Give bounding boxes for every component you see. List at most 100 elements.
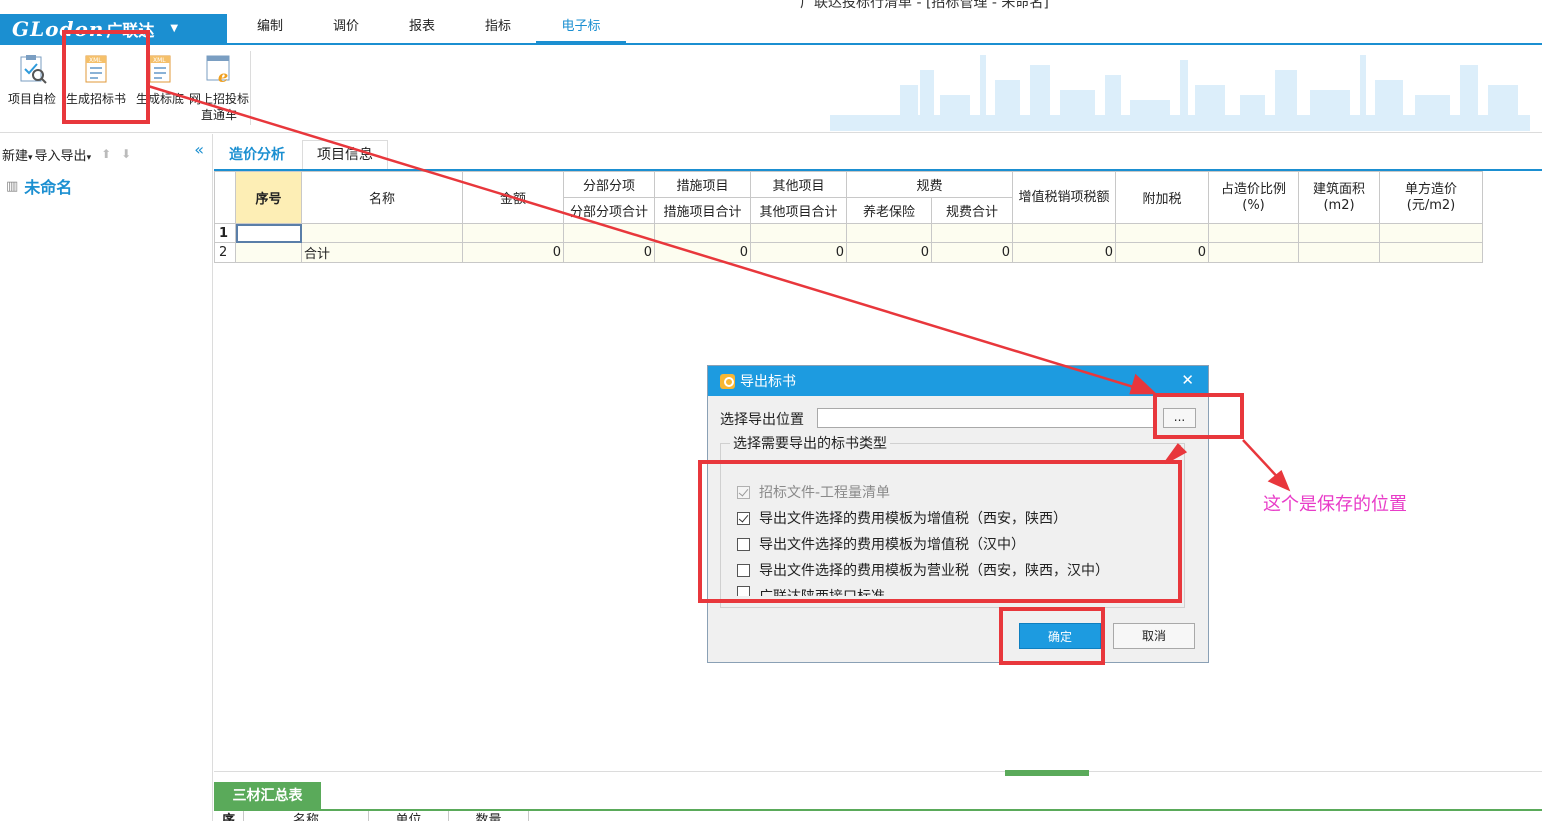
cell-surtax[interactable] xyxy=(1115,223,1209,243)
cell-unit-cost[interactable] xyxy=(1379,223,1483,243)
move-down-icon[interactable]: ⬇ xyxy=(121,147,131,161)
col-header-csxm-total[interactable]: 措施项目合计 xyxy=(654,197,751,224)
close-icon[interactable]: ✕ xyxy=(1181,371,1194,389)
col-header-amount[interactable]: 金额 xyxy=(462,171,564,224)
splitter-handle[interactable] xyxy=(1005,770,1089,776)
window-title: 广联达投标行清单 - [招标管理 - 未命名] xyxy=(800,0,1049,11)
cell-qtxm[interactable] xyxy=(750,223,847,243)
cell-gf-total[interactable]: 0 xyxy=(931,242,1013,263)
ribbon-toolbar: 项目自检 XML 生成招标书 XML 生成标底 e 网上招投标直通车 xyxy=(0,45,1542,133)
cell-gf-total[interactable] xyxy=(931,223,1013,243)
cell-cost-ratio[interactable] xyxy=(1208,223,1299,243)
col-header-surtax[interactable]: 附加税 xyxy=(1115,171,1209,224)
chevron-down-icon[interactable]: ▼ xyxy=(170,23,178,34)
project-check-button[interactable]: 项目自检 xyxy=(0,53,64,107)
cell-vat[interactable]: 0 xyxy=(1012,242,1116,263)
cell-seq[interactable] xyxy=(235,223,302,243)
cost-analysis-table: 序号 名称 金额 分部分项 措施项目 其他项目 规费 增值税销项税额 附加税 占… xyxy=(214,171,1483,263)
col-header-seq[interactable]: 序号 xyxy=(235,171,302,224)
project-check-icon xyxy=(16,53,48,85)
tab-e-bid[interactable]: 电子标 xyxy=(536,14,626,43)
cell-pension[interactable]: 0 xyxy=(846,242,932,263)
content-tabs: 造价分析 项目信息 xyxy=(214,140,390,170)
cell-seq[interactable] xyxy=(235,242,302,263)
tab-material-summary[interactable]: 三材汇总表 xyxy=(214,782,321,810)
splitter[interactable] xyxy=(214,771,1542,772)
cell-csxm[interactable]: 0 xyxy=(654,242,751,263)
collapse-panel-icon[interactable]: « xyxy=(194,140,204,159)
tab-reports[interactable]: 报表 xyxy=(384,14,460,43)
cell-amount[interactable]: 0 xyxy=(462,242,564,263)
col-header-unit-cost[interactable]: 单方造价(元/m2) xyxy=(1379,171,1483,224)
col-header-qtxm[interactable]: 其他项目 xyxy=(750,171,847,198)
tree-item-label: 未命名 xyxy=(24,178,73,197)
col-header-quantity[interactable]: 数量 xyxy=(449,811,529,821)
project-check-label: 项目自检 xyxy=(7,92,56,106)
tree-toolbar: 新建▾ 导入导出▾ ⬆ ⬇ xyxy=(0,134,212,174)
annotation-box-options xyxy=(698,460,1182,603)
dialog-title: 导出标书 xyxy=(740,374,796,390)
cell-name[interactable] xyxy=(301,223,463,243)
col-header-fbfx[interactable]: 分部分项 xyxy=(563,171,655,198)
corner-cell xyxy=(214,171,236,224)
col-header-pension[interactable]: 养老保险 xyxy=(846,197,932,224)
move-up-icon[interactable]: ⬆ xyxy=(101,147,111,161)
col-header-fbfx-total[interactable]: 分部分项合计 xyxy=(563,197,655,224)
col-header-vat[interactable]: 增值税销项税额 xyxy=(1012,171,1116,224)
city-skyline-decoration xyxy=(830,55,1530,131)
col-header-building-area[interactable]: 建筑面积(m2) xyxy=(1298,171,1380,224)
cell-qtxm[interactable]: 0 xyxy=(750,242,847,263)
col-header-gf[interactable]: 规费 xyxy=(846,171,1013,198)
col-header-cost-ratio[interactable]: 占造价比例(%) xyxy=(1208,171,1299,224)
export-location-input[interactable] xyxy=(817,408,1157,428)
material-table-header: 序 名称 单位 数量 xyxy=(214,811,529,821)
project-tree-panel: 新建▾ 导入导出▾ ⬆ ⬇ « ▥ 未命名 xyxy=(0,134,213,821)
tab-cost-analysis[interactable]: 造价分析 xyxy=(214,140,300,170)
new-button[interactable]: 新建▾ xyxy=(2,145,33,164)
cancel-button[interactable]: 取消 xyxy=(1113,623,1195,649)
cell-unit-cost[interactable] xyxy=(1379,242,1483,263)
cell-amount[interactable] xyxy=(462,223,564,243)
tab-project-info[interactable]: 项目信息 xyxy=(302,140,388,170)
building-icon: ▥ xyxy=(6,178,19,194)
svg-text:e: e xyxy=(218,67,228,85)
tab-indicators[interactable]: 指标 xyxy=(460,14,536,43)
cell-vat[interactable] xyxy=(1012,223,1116,243)
col-header-seq[interactable]: 序 xyxy=(214,811,244,821)
online-bidding-label: 网上招投标直通车 xyxy=(188,92,249,122)
online-bidding-button[interactable]: e 网上招投标直通车 xyxy=(187,53,251,123)
ie-browser-icon: e xyxy=(203,53,235,86)
col-header-gf-total[interactable]: 规费合计 xyxy=(931,197,1013,224)
cell-fbfx[interactable]: 0 xyxy=(563,242,655,263)
row-number[interactable]: 2 xyxy=(214,242,236,263)
tree-item-project[interactable]: ▥ 未命名 xyxy=(0,174,212,198)
bid-type-group-label: 选择需要导出的标书类型 xyxy=(730,433,890,453)
cell-name[interactable]: 合计 xyxy=(301,242,463,263)
export-location-label: 选择导出位置 xyxy=(720,412,804,428)
main-menu-tabs: 编制 调价 报表 指标 电子标 xyxy=(232,14,626,43)
cell-surtax[interactable]: 0 xyxy=(1115,242,1209,263)
annotation-box-generate xyxy=(62,30,150,124)
cell-fbfx[interactable] xyxy=(563,223,655,243)
cell-csxm[interactable] xyxy=(654,223,751,243)
col-header-name[interactable]: 名称 xyxy=(244,811,369,821)
tab-adjust-price[interactable]: 调价 xyxy=(308,14,384,43)
import-export-button[interactable]: 导入导出▾ xyxy=(35,145,92,164)
svg-text:XML: XML xyxy=(153,57,166,64)
dialog-titlebar[interactable]: 导出标书 ✕ xyxy=(708,366,1208,396)
table-row[interactable]: 2 合计 0 0 0 0 0 0 0 0 xyxy=(214,242,1483,263)
annotation-box-browse xyxy=(1153,393,1244,439)
annotation-note: 这个是保存的位置 xyxy=(1263,494,1407,515)
col-header-unit[interactable]: 单位 xyxy=(369,811,449,821)
row-number[interactable]: 1 xyxy=(214,223,236,243)
tab-edit[interactable]: 编制 xyxy=(232,14,308,43)
cell-building-area[interactable] xyxy=(1298,242,1380,263)
cell-building-area[interactable] xyxy=(1298,223,1380,243)
table-row[interactable]: 1 xyxy=(214,223,1483,243)
cell-pension[interactable] xyxy=(846,223,932,243)
col-header-csxm[interactable]: 措施项目 xyxy=(654,171,751,198)
ribbon-separator xyxy=(250,51,251,125)
col-header-qtxm-total[interactable]: 其他项目合计 xyxy=(750,197,847,224)
col-header-name[interactable]: 名称 xyxy=(301,171,463,224)
cell-cost-ratio[interactable] xyxy=(1208,242,1299,263)
